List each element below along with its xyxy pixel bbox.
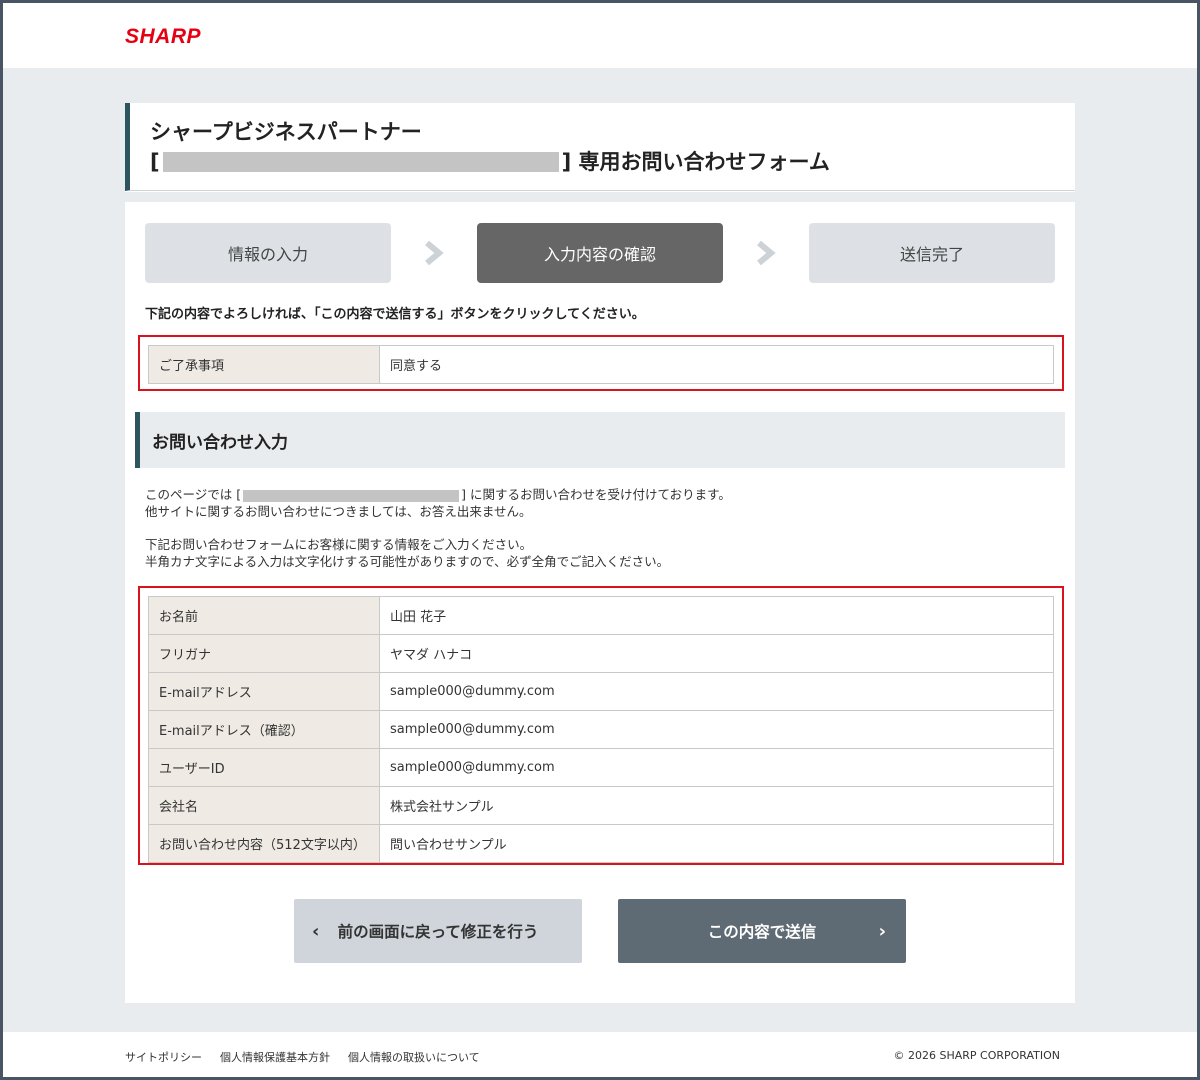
row-label-email: E-mailアドレス <box>148 672 380 711</box>
site-footer: サイトポリシー 個人情報保護基本方針 個人情報の取扱いについて © 2026 S… <box>3 1032 1197 1077</box>
redacted-partner-name <box>162 152 559 172</box>
step-complete: 送信完了 <box>809 223 1055 283</box>
row-label-furigana: フリガナ <box>148 634 380 673</box>
progress-steps: 情報の入力 入力内容の確認 送信完了 <box>145 223 1055 283</box>
back-button-label: 前の画面に戻って修正を行う <box>337 923 539 941</box>
table-row: E-mailアドレス sample000@dummy.com <box>148 672 1054 711</box>
description-line1: このページでは [ ] に関するお問い合わせを受け付けております。 <box>145 486 1055 503</box>
row-label-name: お名前 <box>148 596 380 635</box>
description-line2: 他サイトに関するお問い合わせにつきましては、お答え出来ません。 <box>145 504 532 519</box>
site-header: SHARP <box>3 3 1197 68</box>
row-label-user-id: ユーザーID <box>148 748 380 787</box>
row-label-email-confirm: E-mailアドレス（確認） <box>148 710 380 749</box>
table-row: 会社名 株式会社サンプル <box>148 786 1054 825</box>
row-value-user-id: sample000@dummy.com <box>379 748 1054 787</box>
page-title-line2: [ ] 専用お問い合わせフォーム <box>150 147 1075 177</box>
step-confirm: 入力内容の確認 <box>477 223 723 283</box>
browser-window: SHARP シャープビジネスパートナー [ ] 専用お問い合わせフォーム 情報の… <box>3 3 1197 1077</box>
chevron-right-icon: › <box>878 920 886 942</box>
page-title: シャープビジネスパートナー [ ] 専用お問い合わせフォーム <box>125 103 1075 191</box>
footer-links: サイトポリシー 個人情報保護基本方針 個人情報の取扱いについて <box>125 1049 480 1065</box>
title-suffix: ] 専用お問い合わせフォーム <box>561 150 830 174</box>
send-button-label: この内容で送信 <box>707 923 817 941</box>
row-value-name: 山田 花子 <box>379 596 1054 635</box>
table-row: E-mailアドレス（確認） sample000@dummy.com <box>148 710 1054 749</box>
consent-highlight: ご了承事項 同意する <box>138 335 1064 391</box>
send-button[interactable]: この内容で送信 › <box>618 899 906 963</box>
copyright: © 2026 SHARP CORPORATION <box>893 1049 1060 1062</box>
consent-value: 同意する <box>379 345 1054 384</box>
row-label-company: 会社名 <box>148 786 380 825</box>
table-row: お問い合わせ内容（512文字以内） 問い合わせサンプル <box>148 824 1054 863</box>
page-title-line1: シャープビジネスパートナー <box>150 120 422 144</box>
redacted-partner-name-inline <box>243 489 460 502</box>
table-row: お名前 山田 花子 <box>148 596 1054 635</box>
description-line4: 半角カナ文字による入力は文字化けする可能性がありますので、必ず全角でご記入くださ… <box>145 554 670 569</box>
form-description: このページでは [ ] に関するお問い合わせを受け付けております。 他サイトに関す… <box>145 486 1055 570</box>
description-line3: 下記お問い合わせフォームにお客様に関する情報をご入力ください。 <box>145 537 533 552</box>
form-highlight: お名前 山田 花子 フリガナ ヤマダ ハナコ E-mailアドレス sample… <box>138 586 1064 865</box>
title-bracket-open: [ <box>150 150 160 174</box>
confirm-instruction: 下記の内容でよろしければ、「この内容で送信する」ボタンをクリックしてください。 <box>145 307 645 322</box>
consent-label: ご了承事項 <box>148 345 380 384</box>
sharp-logo[interactable]: SHARP <box>125 25 201 49</box>
step-input: 情報の入力 <box>145 223 391 283</box>
title-separator <box>125 192 1075 202</box>
footer-link-personal-info[interactable]: 個人情報の取扱いについて <box>348 1049 480 1065</box>
chevron-left-icon: ‹ <box>312 920 320 942</box>
consent-table: ご了承事項 同意する <box>148 345 1054 384</box>
row-value-email: sample000@dummy.com <box>379 672 1054 711</box>
back-button[interactable]: ‹ 前の画面に戻って修正を行う <box>294 899 582 963</box>
description-line1-suffix: ] に関するお問い合わせを受け付けております。 <box>461 487 731 502</box>
footer-link-privacy-policy[interactable]: 個人情報保護基本方針 <box>220 1049 330 1065</box>
row-value-company: 株式会社サンプル <box>379 786 1054 825</box>
confirm-table: お名前 山田 花子 フリガナ ヤマダ ハナコ E-mailアドレス sample… <box>148 596 1054 863</box>
footer-link-site-policy[interactable]: サイトポリシー <box>125 1049 202 1065</box>
table-row: ユーザーID sample000@dummy.com <box>148 748 1054 787</box>
row-value-email-confirm: sample000@dummy.com <box>379 710 1054 749</box>
section-title: お問い合わせ入力 <box>135 412 1065 468</box>
table-row: ご了承事項 同意する <box>148 345 1054 384</box>
table-row: フリガナ ヤマダ ハナコ <box>148 634 1054 673</box>
description-line1-prefix: このページでは [ <box>145 487 242 502</box>
step-chevron-icon <box>425 241 444 265</box>
row-value-furigana: ヤマダ ハナコ <box>379 634 1054 673</box>
row-value-inquiry: 問い合わせサンプル <box>379 824 1054 863</box>
step-chevron-icon <box>757 241 776 265</box>
main-content: シャープビジネスパートナー [ ] 専用お問い合わせフォーム 情報の入力 入力内… <box>125 103 1075 1003</box>
row-label-inquiry: お問い合わせ内容（512文字以内） <box>148 824 380 863</box>
